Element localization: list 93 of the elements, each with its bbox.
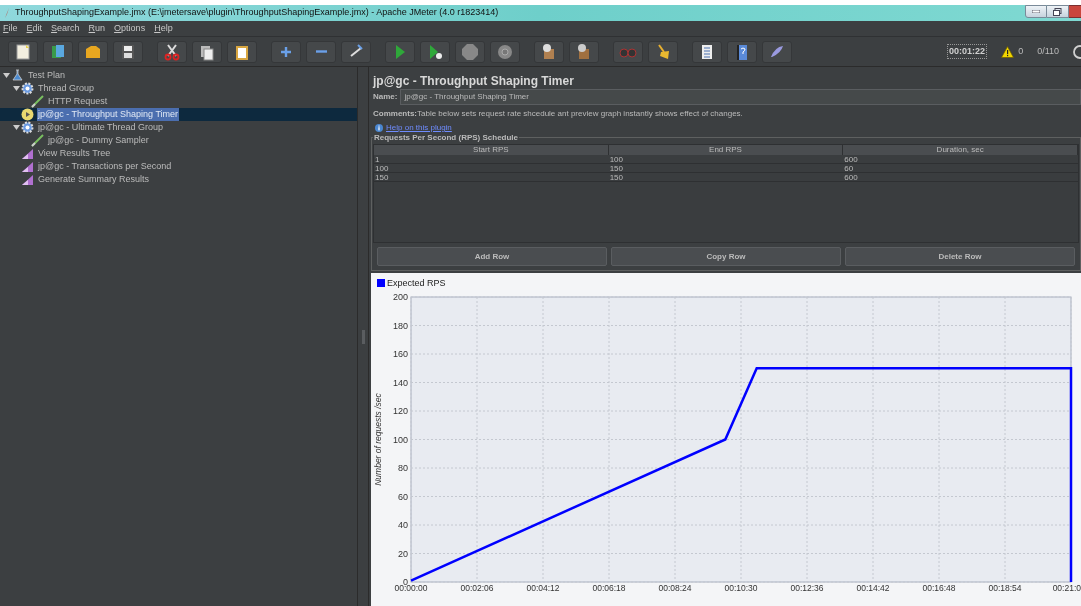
expanded-arrow-icon[interactable]	[3, 72, 10, 79]
menu-item[interactable]: Help	[154, 21, 173, 36]
tree-item[interactable]: Thread Group	[37, 81, 96, 96]
table-cell-text: 600	[843, 173, 859, 181]
tree-item[interactable]: jp@gc - Dummy Sampler	[47, 133, 150, 148]
thread-count: 0/110	[1037, 44, 1059, 58]
toolbar-button[interactable]	[113, 40, 143, 63]
menu-item[interactable]: Run	[88, 21, 106, 36]
column-header[interactable]: Duration, sec	[843, 145, 1078, 155]
toolbar-button[interactable]	[78, 40, 108, 63]
table-button[interactable]: Add Row	[377, 247, 607, 266]
minus-icon	[315, 50, 327, 53]
x-tick-label: 00:16:48	[922, 583, 956, 593]
chart-icon	[21, 147, 34, 160]
panel-title: jp@gc - Throughput Shaping Timer	[371, 73, 575, 89]
toolbar-button[interactable]	[727, 40, 757, 63]
x-tick-label: 00:02:06	[460, 583, 494, 593]
x-tick-label: 00:10:30	[724, 583, 758, 593]
column-header[interactable]: End RPS	[608, 145, 844, 155]
clock-icon	[21, 108, 34, 121]
comments-text: Table below sets request rate shcedule ant preview graph instantly shows effect of changes.	[417, 108, 743, 120]
y-tick-label: 180	[392, 320, 408, 331]
table-cell-text: 1	[374, 155, 381, 163]
table-cell-text: 150	[374, 173, 390, 181]
info-icon	[375, 124, 383, 132]
y-tick-label: 60	[398, 491, 408, 502]
table-button[interactable]: Delete Row	[845, 247, 1075, 266]
toolbar-button[interactable]	[341, 40, 371, 63]
chart-icon	[21, 173, 34, 186]
tree-item[interactable]: jp@gc - Transactions per Second	[37, 159, 173, 174]
y-axis-title: Number of requests /sec	[373, 393, 383, 486]
maximize-button[interactable]	[1047, 5, 1069, 18]
toolbar-button[interactable]	[534, 40, 564, 63]
table-cell-text: 150	[608, 164, 625, 172]
warning-icon	[1001, 45, 1015, 58]
toolbar-button[interactable]	[192, 40, 222, 63]
y-tick-label: 140	[392, 377, 408, 388]
toolbar-button[interactable]	[648, 40, 678, 63]
restore-icon	[1053, 7, 1062, 16]
gear-icon	[21, 121, 34, 134]
y-tick-label: 200	[392, 292, 408, 302]
tree-item[interactable]: Generate Summary Results	[37, 172, 151, 187]
toolbar-button[interactable]	[8, 40, 38, 63]
menu-item[interactable]: Search	[51, 21, 80, 36]
x-tick-label: 00:08:24	[658, 583, 692, 593]
table-cell-text: 150	[608, 173, 625, 181]
toolbar-button[interactable]	[420, 40, 450, 63]
table-cell-text: 600	[843, 155, 859, 163]
flask-icon	[11, 69, 24, 82]
tree-item[interactable]: jp@gc - Ultimate Thread Group	[37, 120, 165, 135]
help-link[interactable]: Help on this plugin	[386, 122, 452, 134]
x-tick-label: 00:12:36	[790, 583, 824, 593]
x-tick-label: 00:06:18	[592, 583, 626, 593]
table-cell-text: 100	[608, 155, 625, 163]
x-tick-label: 00:14:42	[856, 583, 890, 593]
group-title: Requests Per Second (RPS) Schedule	[373, 132, 520, 144]
menu-item[interactable]: Edit	[26, 21, 43, 36]
table-button[interactable]: Copy Row	[611, 247, 841, 266]
x-tick-label: 00:04:12	[526, 583, 560, 593]
expanded-arrow-icon[interactable]	[13, 85, 20, 92]
x-tick-label: 00:21:0	[1052, 583, 1081, 593]
name-label: Name:	[373, 91, 398, 103]
y-tick-label: 40	[398, 520, 408, 530]
table-cell-text: 60	[843, 164, 855, 172]
window-title: ThroughputShapingExample.jmx (E:\jmetersave\plugin\ThroughputShapingExample.jmx) - Apache JMeter (4.0 r1823414)	[15, 6, 499, 20]
chart-icon	[21, 160, 34, 173]
toolbar-button[interactable]	[569, 40, 599, 63]
y-tick-label: 20	[398, 548, 408, 559]
menu-item[interactable]: Options	[114, 21, 146, 36]
legend-label: Expected RPS	[387, 278, 446, 288]
toolbar-button[interactable]	[157, 40, 187, 63]
gear-icon	[21, 82, 34, 95]
comments-label: Comments:	[373, 108, 417, 120]
x-tick-label: 00:18:54	[988, 583, 1022, 593]
elapsed-time: 00:01:22	[947, 43, 988, 60]
y-tick-label: 160	[392, 349, 408, 359]
pen-icon	[31, 134, 44, 147]
tree-item[interactable]: HTTP Request	[47, 94, 109, 109]
y-tick-label: 120	[392, 406, 408, 416]
toolbar-button[interactable]	[692, 40, 722, 63]
minimize-icon	[1032, 10, 1040, 13]
table-cell-text: 100	[374, 164, 390, 172]
tree-item[interactable]: Test Plan	[27, 68, 67, 83]
expanded-arrow-icon[interactable]	[13, 124, 20, 131]
menu-item[interactable]: File	[3, 21, 18, 36]
tree-item[interactable]: View Results Tree	[37, 146, 112, 161]
y-tick-label: 80	[398, 463, 408, 473]
name-field[interactable]: jp@gc - Throughput Shaping Timer	[400, 89, 1081, 105]
error-count: 0	[1018, 44, 1024, 58]
toolbar-button[interactable]	[227, 40, 257, 63]
column-header[interactable]: Start RPS	[374, 145, 609, 155]
y-tick-label: 100	[392, 434, 408, 445]
tree-item[interactable]: jp@gc - Throughput Shaping Timer	[37, 107, 180, 122]
